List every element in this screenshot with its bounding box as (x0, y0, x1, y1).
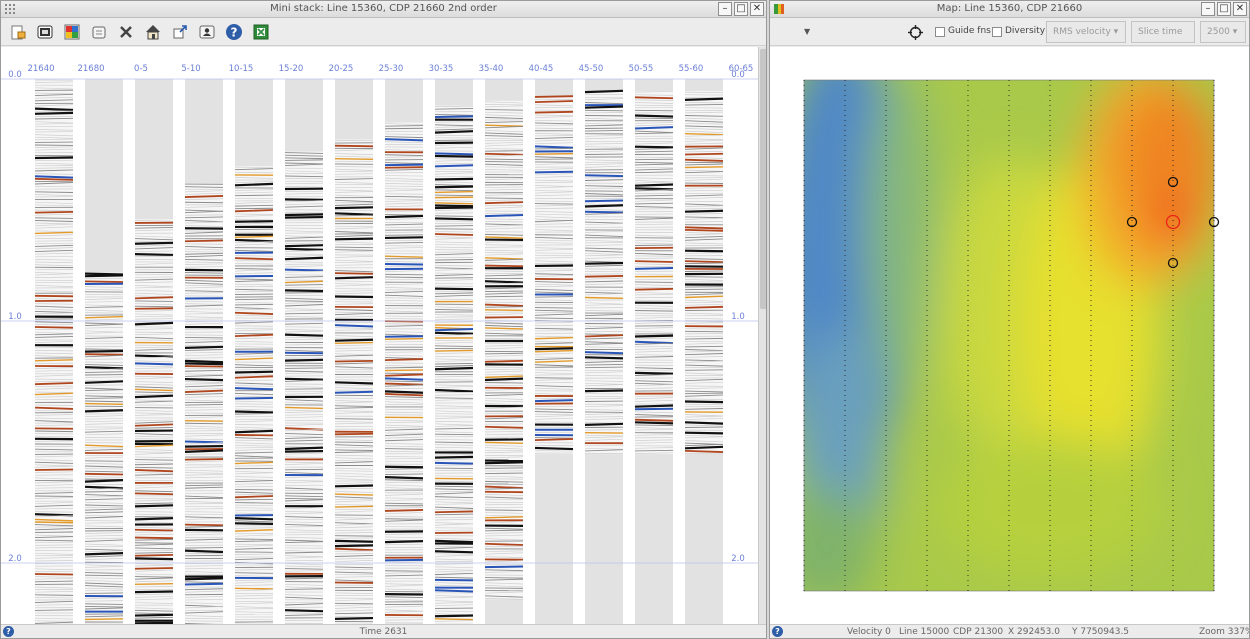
gather-panel[interactable] (234, 79, 274, 625)
open-icon[interactable] (9, 23, 27, 41)
value-dropdown[interactable]: 2500 ▾ (1200, 21, 1246, 43)
chevron-down-icon: ▾ (1113, 27, 1119, 37)
gather-panel[interactable] (384, 79, 424, 625)
maximize-button[interactable]: □ (1217, 2, 1231, 16)
gather-panel[interactable] (34, 79, 74, 625)
stack-statusbar: ? Time 2631 (1, 624, 766, 638)
copy-icon[interactable] (90, 23, 108, 41)
chevron-down-icon[interactable]: ▼ (804, 27, 810, 36)
column-label: 21640 (27, 64, 54, 74)
line-readout: Line 15000 (899, 627, 950, 637)
map-titlebar[interactable]: Map: Line 15360, CDP 21660 – □ ✕ (770, 1, 1249, 18)
maximize-button[interactable]: □ (734, 2, 748, 16)
column-label: 30-35 (429, 64, 454, 74)
time-readout: Time 2631 (359, 627, 408, 637)
attribute-value: RMS velocity (1053, 27, 1111, 37)
home-icon[interactable] (144, 23, 162, 41)
gather-panel[interactable] (184, 79, 224, 625)
gather-panel[interactable] (484, 79, 524, 625)
cdp-readout: CDP 21300 (953, 627, 1004, 637)
time-label: 1.0 (8, 312, 22, 322)
column-label: 25-30 (379, 64, 404, 74)
tools-icon[interactable] (117, 23, 135, 41)
column-label: 10-15 (229, 64, 254, 74)
gather-panel[interactable] (684, 79, 724, 625)
stack-toolbar: ? (1, 19, 766, 46)
window-title: Map: Line 15360, CDP 21660 (936, 3, 1083, 14)
crosshair-icon[interactable] (908, 25, 923, 40)
svg-text:?: ? (231, 26, 238, 40)
gather-panel[interactable] (434, 79, 474, 625)
guide-fns-label: Guide fns (948, 26, 991, 36)
slice-value: Slice time (1138, 27, 1183, 37)
column-label: 45-50 (579, 64, 604, 74)
minimize-button[interactable]: – (1201, 2, 1215, 16)
column-label: 50-55 (629, 64, 654, 74)
velocity-colormap (804, 80, 1214, 591)
palette-icon[interactable] (63, 23, 81, 41)
column-label: 5-10 (181, 64, 200, 74)
time-label: 0.0 (731, 70, 745, 80)
time-label: 1.0 (731, 312, 745, 322)
stack-scrollbar[interactable] (758, 47, 766, 625)
window-title: Mini stack: Line 15360, CDP 21660 2nd or… (270, 3, 497, 14)
velocity-map[interactable] (770, 47, 1250, 625)
scrollbar-thumb[interactable] (760, 49, 766, 309)
status-help-icon[interactable]: ? (772, 626, 783, 637)
gather-panel[interactable] (334, 79, 374, 625)
column-label: 35-40 (479, 64, 504, 74)
mini-stack-display[interactable]: 21640 21680 0-5 5-10 10-15 15-20 20-25 25-30 30-… (1, 47, 758, 625)
column-label: 20-25 (329, 64, 354, 74)
export-icon[interactable] (171, 23, 189, 41)
map-statusbar: ? Velocity 0 Line 15000 CDP 21300 X 2924… (770, 624, 1249, 638)
map-window: Map: Line 15360, CDP 21660 – □ ✕ ▼ Guide… (769, 0, 1250, 639)
minimize-button[interactable]: – (718, 2, 732, 16)
help-icon[interactable]: ? (225, 23, 243, 41)
time-label: 2.0 (8, 554, 22, 564)
column-label: 0-5 (134, 64, 148, 74)
gather-panel[interactable] (584, 79, 624, 625)
velocity-readout: Velocity 0 (847, 627, 891, 637)
gather-panel[interactable] (134, 79, 174, 625)
gather-panel[interactable] (84, 79, 124, 625)
diversity-label: Diversity (1005, 26, 1046, 36)
mini-stack-window: Mini stack: Line 15360, CDP 21660 2nd or… (0, 0, 767, 639)
zoom-readout: Zoom 337% (1199, 627, 1250, 637)
excel-icon[interactable] (252, 23, 270, 41)
column-label: 21680 (77, 64, 104, 74)
time-label: 0.0 (8, 70, 22, 80)
column-label: 55-60 (679, 64, 704, 74)
mini-stack-titlebar[interactable]: Mini stack: Line 15360, CDP 21660 2nd or… (1, 1, 766, 18)
slice-dropdown[interactable]: Slice time ▾ (1131, 21, 1195, 57)
y-readout: Y 7750943.5 (1072, 627, 1130, 637)
guide-fns-checkbox[interactable] (935, 27, 945, 37)
gather-panel[interactable] (284, 79, 324, 625)
gather-panel[interactable] (534, 79, 574, 625)
column-label: 40-45 (529, 64, 554, 74)
diversity-checkbox[interactable] (992, 27, 1002, 37)
x-readout: X 292453.0 (1008, 627, 1060, 637)
close-button[interactable]: ✕ (1233, 2, 1247, 16)
chevron-down-icon: ▾ (1232, 27, 1238, 37)
close-button[interactable]: ✕ (750, 2, 764, 16)
film-icon[interactable] (36, 23, 54, 41)
user-icon[interactable] (198, 23, 216, 41)
time-label: 2.0 (731, 554, 745, 564)
map-toolbar: ▼ Guide fns Diversity RMS velocity ▾ Sli… (770, 19, 1249, 57)
value-value: 2500 (1207, 27, 1230, 37)
attribute-dropdown[interactable]: RMS velocity ▾ (1046, 21, 1126, 43)
gather-panel[interactable] (634, 79, 674, 625)
column-label: 15-20 (279, 64, 304, 74)
